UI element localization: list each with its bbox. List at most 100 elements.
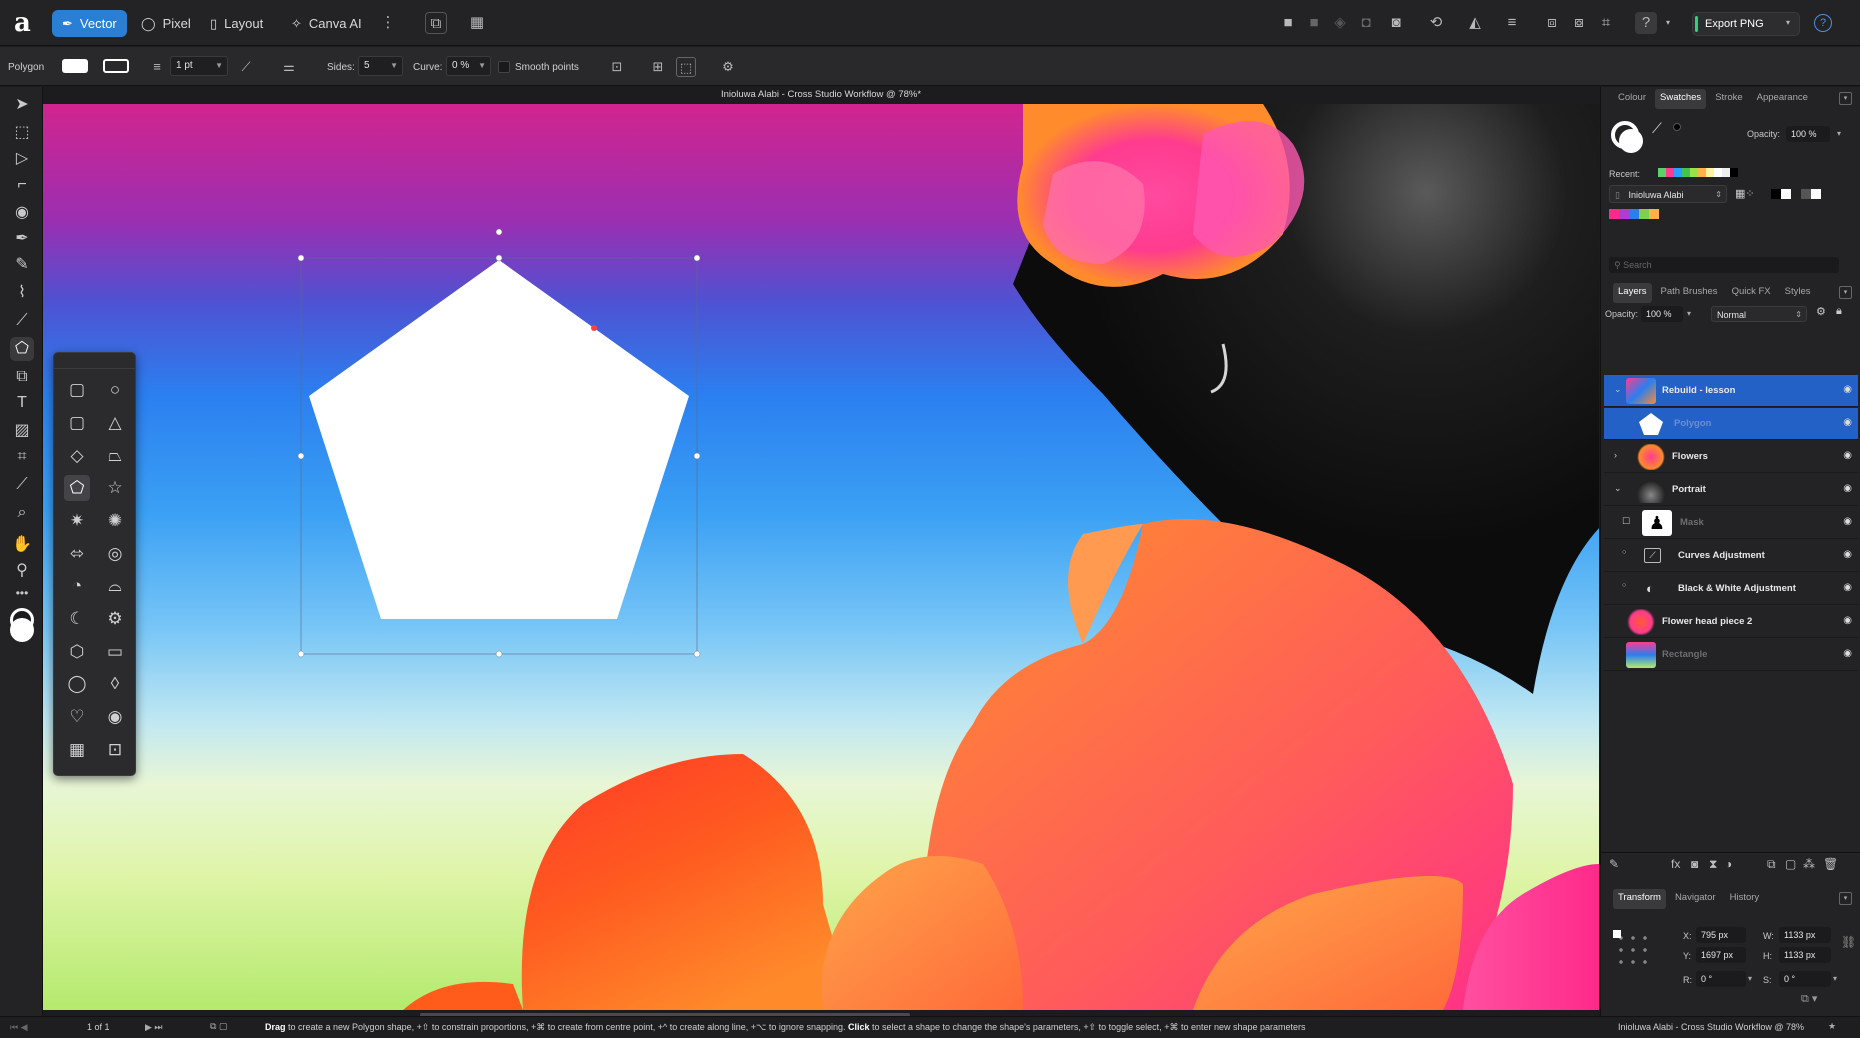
triangle-tool-icon[interactable]: △ <box>102 410 128 436</box>
settings-gear-icon[interactable]: ⚙ <box>718 57 738 77</box>
persona-pixel[interactable]: ◯ Pixel <box>131 10 201 37</box>
tab-path-brushes[interactable]: Path Brushes <box>1656 283 1723 303</box>
w-field[interactable]: 1133 px <box>1779 927 1831 943</box>
tab-quick-fx[interactable]: Quick FX <box>1727 283 1776 303</box>
black-swatch[interactable] <box>1673 123 1681 131</box>
expand-arrow-icon[interactable]: › <box>1614 450 1617 460</box>
tab-swatches[interactable]: Swatches <box>1655 89 1707 109</box>
boolean-divide-icon[interactable]: ◙ <box>1385 12 1407 34</box>
shape-builder-icon[interactable]: ⧉ <box>10 365 34 389</box>
visibility-eye-icon[interactable]: ◉ <box>1843 384 1852 395</box>
page-view-icon[interactable]: ⧉ ▢ <box>210 1021 227 1032</box>
boolean-xor-icon[interactable]: ◘ <box>1355 12 1377 34</box>
visibility-eye-icon[interactable]: ◉ <box>1843 582 1852 593</box>
collapse-arrow-icon[interactable]: ⌄ <box>1614 483 1622 494</box>
palette-dropdown[interactable]: ▯ Inioluwa Alabi ⇕ <box>1609 185 1727 203</box>
tab-styles[interactable]: Styles <box>1780 283 1816 303</box>
first-page-icon[interactable]: ⏮ ◀ <box>10 1022 28 1033</box>
fx-icon[interactable]: fx <box>1671 857 1680 871</box>
pie-tool-icon[interactable]: ◔ <box>64 573 90 599</box>
polygon-tool-icon[interactable]: ⬠ <box>10 337 34 361</box>
help-hint-icon[interactable]: ? <box>1635 12 1657 34</box>
layer-row-curves-adjustment[interactable]: ○ ⟋ Curves Adjustment ◉ <box>1604 540 1858 572</box>
visibility-eye-icon[interactable]: ◉ <box>1843 549 1852 560</box>
layer-row-polygon[interactable]: Polygon ◉ <box>1604 408 1858 440</box>
export-dropdown-icon[interactable]: ▾ <box>1777 12 1799 34</box>
curve-field[interactable]: 0 % ▼ <box>446 56 491 76</box>
tab-layers[interactable]: Layers <box>1613 283 1652 303</box>
boolean-intersect-icon[interactable]: ◈ <box>1329 12 1351 34</box>
transform-icon[interactable]: ⟲ <box>1425 12 1447 34</box>
group-icon[interactable]: ⧉ <box>1767 857 1776 872</box>
boolean-add-icon[interactable]: ■ <box>1277 12 1299 34</box>
crescent-tool-icon[interactable]: ☾ <box>64 606 90 632</box>
spiral-tool-icon[interactable]: ◉ <box>102 704 128 730</box>
collapse-arrow-icon[interactable]: ⌄ <box>1614 384 1622 395</box>
layer-opacity-field[interactable]: 100 % <box>1641 306 1683 322</box>
tab-transform[interactable]: Transform <box>1613 889 1666 909</box>
live-filter-icon[interactable]: ◑ <box>1725 857 1732 871</box>
polygon-shape[interactable] <box>43 104 1599 1010</box>
donut-tool-icon[interactable]: ◎ <box>102 541 128 567</box>
frame-tool-icon[interactable]: ⊡ <box>102 737 128 763</box>
flip-icon[interactable]: ◭ <box>1464 12 1486 34</box>
visibility-eye-icon[interactable]: ◉ <box>1843 516 1852 527</box>
y-field[interactable]: 1697 px <box>1696 947 1746 963</box>
delete-icon[interactable]: 🗑︎ <box>1823 857 1838 871</box>
collapse-colour-icon[interactable]: ▾ <box>1839 92 1852 105</box>
artboard-tool-icon[interactable]: ⬚ <box>10 121 34 145</box>
canvas[interactable] <box>43 104 1599 1010</box>
visibility-eye-icon[interactable]: ◉ <box>1843 417 1852 428</box>
layer-row-mask[interactable]: ☐ ♟ Mask ◉ <box>1604 507 1858 539</box>
corner-tool-icon[interactable]: ⌐ <box>10 173 34 197</box>
text-tool-icon[interactable]: T <box>10 391 34 415</box>
layer-row-flowers[interactable]: › Flowers ◉ <box>1604 441 1858 473</box>
grid-view-icon[interactable]: ▦ <box>466 12 488 34</box>
pixel-layer-icon[interactable]: ⁂ <box>1803 857 1815 871</box>
h-field[interactable]: 1133 px <box>1779 947 1831 963</box>
eyedropper-icon[interactable]: ⌕ <box>10 501 34 525</box>
tab-history[interactable]: History <box>1725 889 1765 909</box>
smooth-points-checkbox[interactable] <box>498 61 510 73</box>
stroke-style-icon[interactable]: ≡ <box>147 57 167 77</box>
eyedropper-icon[interactable]: ⟋ <box>1652 120 1662 137</box>
heart-tool-icon[interactable]: ♡ <box>64 704 90 730</box>
pen-tool-icon[interactable]: ✒ <box>10 227 34 251</box>
link-aspect-icon[interactable]: ⛓︎ <box>1841 935 1856 949</box>
chevron-down-icon[interactable]: ▾ <box>1833 974 1837 983</box>
polygon-tool-icon[interactable]: ⬠ <box>64 475 90 501</box>
convert-to-curves-icon[interactable]: ⊡ <box>607 57 627 77</box>
qr-code-tool-icon[interactable]: ▦ <box>64 737 90 763</box>
stroke-swatch[interactable] <box>103 59 129 73</box>
node-tool-icon[interactable]: ▷ <box>10 147 34 171</box>
point-transform-icon[interactable]: ◉ <box>10 201 34 225</box>
arrange-forward-icon[interactable]: ⧈ <box>1541 12 1563 34</box>
colour-opacity-field[interactable]: 100 % <box>1786 126 1830 142</box>
persona-canva-ai[interactable]: ✧ Canva AI <box>281 10 372 37</box>
vector-brush-icon[interactable]: ⌇ <box>10 281 34 305</box>
help-dropdown-icon[interactable]: ▾ <box>1657 12 1679 34</box>
collapse-transform-icon[interactable]: ▾ <box>1839 892 1852 905</box>
mask-layer-icon[interactable]: ◙ <box>1691 857 1698 871</box>
persona-vector[interactable]: ✒ Vector <box>52 10 127 37</box>
lock-icon[interactable]: 🔒︎ <box>1836 305 1842 318</box>
tab-appearance[interactable]: Appearance <box>1752 89 1813 109</box>
cog-tool-icon[interactable]: ✷ <box>64 508 90 534</box>
swatch-search-input[interactable]: ⚲ Search <box>1609 257 1839 273</box>
rounded-rectangle-tool-icon[interactable]: ▢ <box>64 410 90 436</box>
gear-tool-icon[interactable]: ⚙ <box>102 606 128 632</box>
double-arrow-tool-icon[interactable]: ⬄ <box>64 541 90 567</box>
place-image-tool-icon[interactable]: ▨ <box>10 419 34 443</box>
cloud-tool-icon[interactable]: ⬡ <box>64 639 90 665</box>
crop-tool-icon[interactable]: ⌗ <box>10 445 34 469</box>
edit-layer-icon[interactable]: ✎ <box>1609 857 1619 871</box>
tear-tool-icon[interactable]: ✺ <box>102 508 128 534</box>
radio-dot-icon[interactable]: ○ <box>1622 549 1626 556</box>
align-icon[interactable]: ≡ <box>1501 12 1523 34</box>
chevron-down-icon[interactable]: ▾ <box>1687 309 1691 318</box>
x-field[interactable]: 795 px <box>1696 927 1746 943</box>
tab-colour[interactable]: Colour <box>1613 89 1651 109</box>
layer-row-flower-head-piece-2[interactable]: Flower head piece 2 ◉ <box>1604 606 1858 638</box>
fill-colour-circle[interactable] <box>1619 129 1643 153</box>
adjustment-icon[interactable]: ⧗ <box>1709 857 1717 872</box>
